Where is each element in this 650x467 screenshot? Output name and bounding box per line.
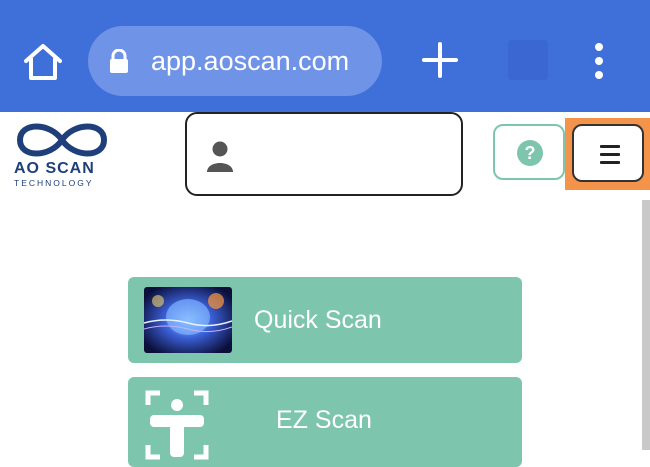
plus-icon <box>422 42 458 78</box>
new-tab-button[interactable] <box>420 40 460 80</box>
home-icon[interactable] <box>22 42 64 82</box>
body-frame-icon <box>144 389 210 461</box>
quick-scan-button[interactable]: Quick Scan <box>128 277 522 363</box>
address-bar[interactable]: app.aoscan.com <box>88 26 382 96</box>
help-button[interactable]: ? <box>493 124 565 180</box>
user-profile-button[interactable] <box>185 112 463 196</box>
more-vert-icon[interactable] <box>588 42 610 80</box>
scrollbar[interactable] <box>642 200 650 450</box>
browser-toolbar: app.aoscan.com <box>0 0 650 112</box>
menu-icon <box>600 145 620 164</box>
tabs-button[interactable] <box>508 40 548 80</box>
infinity-logo-icon <box>16 123 108 157</box>
menu-button[interactable] <box>572 124 644 182</box>
lock-icon <box>108 48 130 73</box>
ez-scan-button[interactable]: EZ Scan <box>128 377 522 467</box>
logo-wordmark: AO SCAN <box>14 160 95 177</box>
brain-image <box>144 287 232 353</box>
logo-tagline: TECHNOLOGY <box>14 178 94 188</box>
quick-scan-label: Quick Scan <box>254 306 382 334</box>
help-icon: ? <box>517 140 543 166</box>
url-text: app.aoscan.com <box>151 46 350 76</box>
user-icon <box>205 140 235 172</box>
ez-scan-label: EZ Scan <box>276 406 372 434</box>
